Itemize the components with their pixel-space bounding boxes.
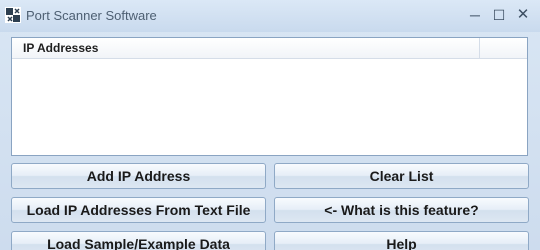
minimize-icon[interactable]: ─ bbox=[462, 4, 488, 26]
list-header: IP Addresses bbox=[12, 38, 527, 59]
clear-list-button[interactable]: Clear List bbox=[274, 163, 529, 189]
add-ip-address-button[interactable]: Add IP Address bbox=[11, 163, 266, 189]
ip-address-list[interactable]: IP Addresses bbox=[11, 37, 528, 156]
window-title: Port Scanner Software bbox=[26, 8, 157, 23]
app-window: Port Scanner Software ─ ☐ ✕ IP Addresses… bbox=[0, 0, 540, 250]
maximize-icon[interactable]: ☐ bbox=[486, 4, 512, 26]
title-bar: Port Scanner Software ─ ☐ ✕ bbox=[0, 0, 540, 32]
column-header-ip-addresses[interactable]: IP Addresses bbox=[12, 38, 480, 58]
load-from-text-file-button[interactable]: Load IP Addresses From Text File bbox=[11, 197, 266, 223]
help-button[interactable]: Help bbox=[274, 231, 529, 250]
app-icon bbox=[5, 7, 21, 23]
close-icon[interactable]: ✕ bbox=[510, 4, 536, 26]
what-is-this-feature-button[interactable]: <- What is this feature? bbox=[274, 197, 529, 223]
load-sample-data-button[interactable]: Load Sample/Example Data bbox=[11, 231, 266, 250]
list-body[interactable] bbox=[12, 59, 527, 155]
